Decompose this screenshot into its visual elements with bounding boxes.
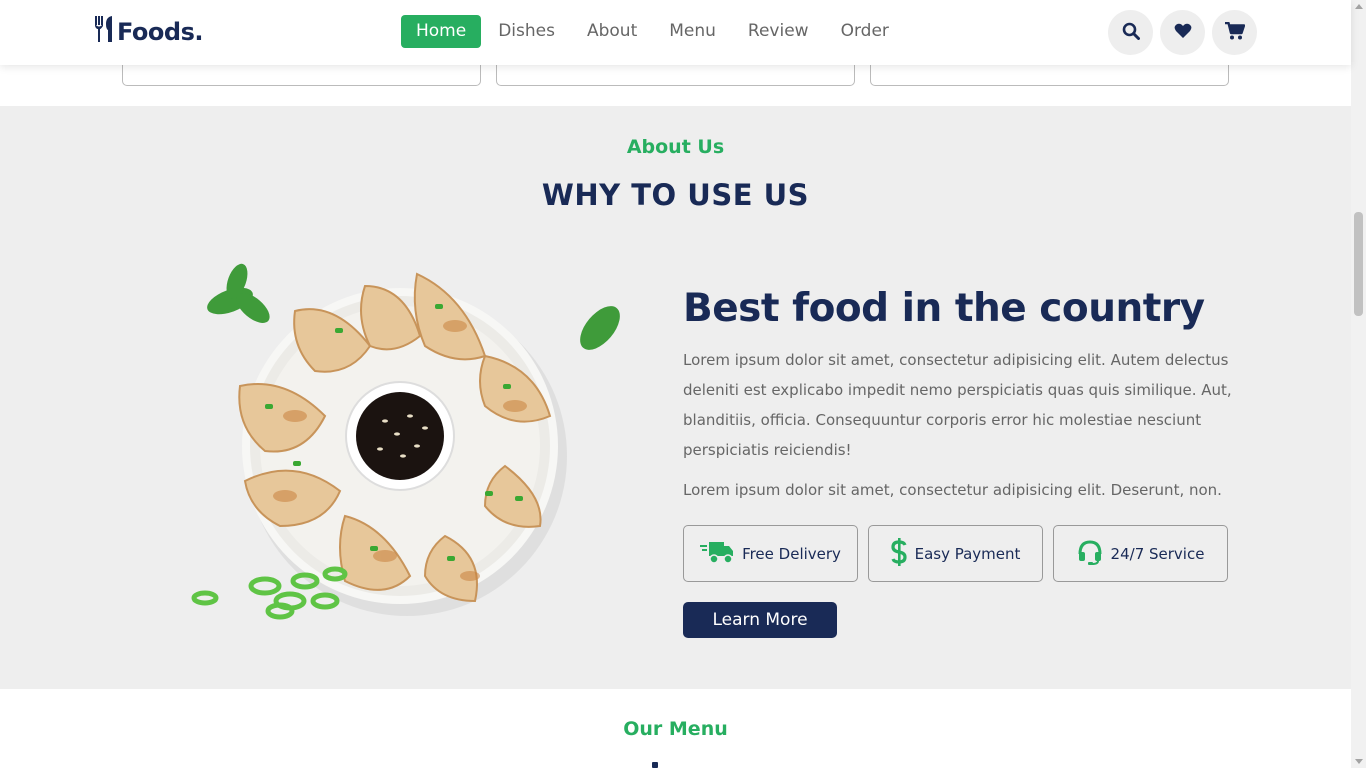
menu-heading-peek [652,762,658,768]
section-subheading: About Us [626,136,725,158]
feature-label: 24/7 Service [1110,544,1205,563]
cart-icon [1224,21,1245,44]
menu-subheading: Our Menu [623,718,728,740]
about-paragraph: Lorem ipsum dolor sit amet, consectetur … [683,481,1222,499]
logo-text: Foods. [117,18,203,46]
nav-home[interactable]: Home [401,15,482,48]
about-paragraph: Lorem ipsum dolor sit amet, consectetur … [683,351,1232,459]
section-heading: WHY TO USE US [541,178,810,212]
scroll-up-arrow-icon[interactable] [1355,4,1363,9]
nav-dishes[interactable]: Dishes [483,15,570,48]
site-header: Foods. Home Dishes About Menu Review Ord… [0,0,1351,65]
scrollbar-thumb[interactable] [1354,212,1363,316]
about-title: Best food in the country [683,286,1205,331]
nav-review[interactable]: Review [733,15,824,48]
search-button[interactable] [1108,10,1153,55]
page-scrollbar[interactable] [1351,0,1366,768]
search-icon [1122,22,1140,44]
dumplings-plate-image [185,256,645,646]
learn-more-button[interactable]: Learn More [683,602,837,638]
nav-order[interactable]: Order [826,15,904,48]
heart-icon [1174,23,1192,43]
header-icons [1108,10,1264,55]
headset-icon [1077,539,1103,569]
main-nav: Home Dishes About Menu Review Order [401,15,906,48]
nav-about[interactable]: About [572,15,652,48]
feature-free-delivery: Free Delivery [683,525,858,582]
feature-easy-payment: Easy Payment [868,525,1043,582]
feature-label: Free Delivery [742,544,841,563]
utensils-icon [94,16,117,48]
feature-list: Free Delivery Easy Payment 24/7 Service [683,525,1238,582]
favorites-button[interactable] [1160,10,1205,55]
nav-menu[interactable]: Menu [654,15,731,48]
feature-24-7-service: 24/7 Service [1053,525,1228,582]
dollar-sign-icon [890,537,907,570]
scroll-down-arrow-icon[interactable] [1355,759,1363,764]
about-section: About Us WHY TO USE US Best food in the … [0,106,1351,689]
cart-button[interactable] [1212,10,1257,55]
logo[interactable]: Foods. [94,16,203,48]
feature-label: Easy Payment [914,544,1021,563]
shipping-fast-icon [700,539,734,569]
